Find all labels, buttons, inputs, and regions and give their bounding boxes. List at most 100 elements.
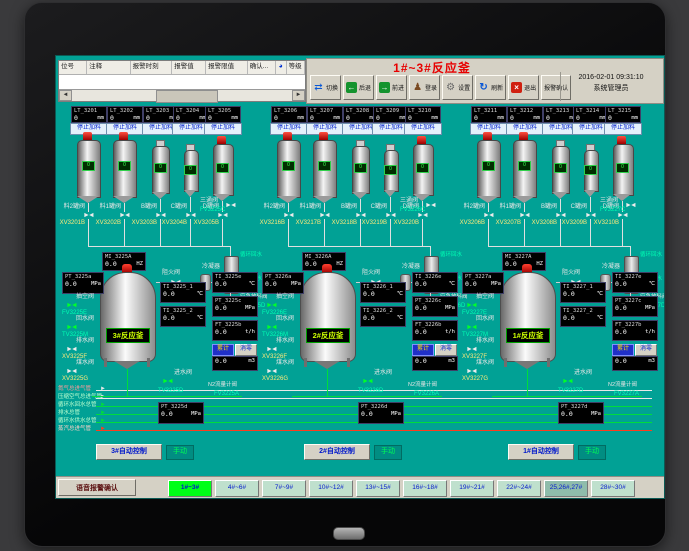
auto-control-button[interactable]: 1#自动控制	[508, 444, 574, 460]
side-valve-name: 回水阀	[276, 316, 306, 323]
toolbar-button-label: 切换	[326, 83, 338, 92]
totalizer-readout: 0.0m3	[612, 356, 658, 371]
tank-cap-icon	[483, 132, 492, 140]
auto-control-button[interactable]: 3#自动控制	[96, 444, 162, 460]
side-valve-tag: XV3225G	[62, 376, 96, 383]
readout-unit: HZ	[136, 260, 143, 268]
readout-tag: TI_3225_2	[161, 307, 205, 314]
readout-unit: MPa	[491, 280, 501, 288]
feed-valve-tag: XV3218B	[327, 220, 357, 227]
readout-tag: LT_3206	[272, 107, 306, 114]
reactor-group-tab[interactable]: 25,26#,27#	[544, 480, 588, 497]
reactor-group-tab[interactable]: 10#~12#	[309, 480, 353, 497]
scroll-thumb[interactable]	[156, 90, 218, 103]
reactor-group-tab[interactable]: 7#~9#	[262, 480, 306, 497]
feed-valve-icon[interactable]: ►◄	[119, 212, 129, 219]
reactor-group-tab[interactable]: 13#~15#	[356, 480, 400, 497]
feed-valve-name: C罐阀	[357, 204, 387, 211]
side-valve-icon[interactable]: ►◄	[466, 346, 476, 353]
three-way-valve-icon[interactable]: ►◄	[425, 202, 435, 209]
refresh-button[interactable]: ↻刷新	[475, 75, 506, 100]
readout-tag: MI_3227A	[503, 253, 545, 260]
totalizer-accum-button[interactable]: 累计	[412, 344, 434, 356]
login-button[interactable]: ♟登录	[409, 75, 440, 100]
alarm-column-header[interactable]: 位号	[59, 61, 87, 74]
reactor-group-tab[interactable]: 4#~6#	[215, 480, 259, 497]
readout-value: 0.0	[305, 260, 317, 268]
alarm-column-header[interactable]: 等级	[287, 61, 305, 74]
inlet-valve-icon[interactable]: ►◄	[362, 378, 372, 385]
voice-alarm-ack-button[interactable]: 语音报警确认	[58, 479, 136, 496]
scroll-right-arrow-icon[interactable]: ►	[292, 90, 305, 101]
feed-valve-icon[interactable]: ►◄	[283, 212, 293, 219]
feed-valve-icon[interactable]: ►◄	[185, 212, 195, 219]
feed-valve-icon[interactable]: ►◄	[83, 212, 93, 219]
alarm-column-header[interactable]: 确认...	[248, 61, 276, 74]
totalizer-clear-button[interactable]: 消零	[235, 344, 257, 356]
feed-valve-icon[interactable]: ►◄	[585, 212, 595, 219]
totalizer-accum-button[interactable]: 累计	[212, 344, 234, 356]
feed-valve-icon[interactable]: ►◄	[155, 212, 165, 219]
forward-button[interactable]: →前进	[376, 75, 407, 100]
reactor-group-tab[interactable]: 16#~18#	[403, 480, 447, 497]
side-valve-icon[interactable]: ►◄	[266, 302, 276, 309]
reactor-section-2: LT_32060mm停止加料0料2罐阀►◄XV3216BLT_32070mm停止…	[262, 106, 458, 450]
inlet-valve-icon[interactable]: ►◄	[162, 378, 172, 385]
alarm-column-header[interactable]: 报警值	[172, 61, 206, 74]
reactor-leg	[147, 358, 150, 367]
three-way-valve-icon[interactable]: ►◄	[225, 202, 235, 209]
scroll-left-arrow-icon[interactable]: ◄	[59, 90, 72, 101]
inlet-valve-icon[interactable]: ►◄	[562, 378, 572, 385]
tank-level-indicator: 0	[354, 163, 367, 173]
alarm-scrollbar[interactable]: ◄ ►	[59, 89, 305, 101]
three-way-valve-icon[interactable]: ►◄	[625, 202, 635, 209]
monitor-power-button[interactable]	[333, 527, 365, 540]
alarm-column-header[interactable]: 报警限值	[206, 61, 248, 74]
tank-level-readout: LT_32060mm	[271, 106, 307, 123]
control-mode-label: 手动	[166, 445, 194, 460]
feed-valve-tag: XV3204B	[157, 220, 187, 227]
totalizer-accum-button[interactable]: 累计	[612, 344, 634, 356]
readout-value: 0.0	[415, 357, 427, 365]
side-valve-icon[interactable]: ►◄	[66, 302, 76, 309]
scroll-track[interactable]	[72, 90, 292, 101]
side-valve-icon[interactable]: ►◄	[266, 324, 276, 331]
side-valve-icon[interactable]: ►◄	[66, 324, 76, 331]
pipe-line	[288, 219, 289, 246]
settings-button[interactable]: ⚙设置	[442, 75, 473, 100]
side-valve-icon[interactable]: ►◄	[466, 368, 476, 375]
auto-control-button[interactable]: 2#自动控制	[304, 444, 370, 460]
pipe-line	[524, 219, 525, 246]
tank-level-indicator: 0	[616, 163, 629, 173]
side-valve-icon[interactable]: ►◄	[266, 368, 276, 375]
side-valve-icon[interactable]: ►◄	[66, 346, 76, 353]
side-valve-icon[interactable]: ►◄	[466, 324, 476, 331]
reactor-cone	[514, 361, 540, 369]
feed-valve-icon[interactable]: ►◄	[319, 212, 329, 219]
alarm-column-header[interactable]: 注释	[87, 61, 131, 74]
feed-valve-icon[interactable]: ►◄	[555, 212, 565, 219]
reactor-group-tab[interactable]: 1#~3#	[168, 480, 212, 497]
feed-valve-icon[interactable]: ►◄	[355, 212, 365, 219]
tank-level-readout: LT_32040mm	[173, 106, 209, 123]
switch-view-button[interactable]: ⇄切换	[310, 75, 341, 100]
back-button[interactable]: ←后退	[343, 75, 374, 100]
refresh-icon: ↻	[478, 82, 489, 93]
current-user: 系统管理员	[561, 84, 661, 94]
alarm-column-header[interactable]: 报警时刻	[131, 61, 173, 74]
feed-valve-icon[interactable]: ►◄	[519, 212, 529, 219]
feed-valve-icon[interactable]: ►◄	[385, 212, 395, 219]
totalizer-clear-button[interactable]: 消零	[435, 344, 457, 356]
reactor-group-tab[interactable]: 19#~21#	[450, 480, 494, 497]
feed-valve-icon[interactable]: ►◄	[483, 212, 493, 219]
side-valve-name: 回水阀	[76, 316, 106, 323]
side-valve-icon[interactable]: ►◄	[66, 368, 76, 375]
reactor-group-tab[interactable]: 28#~30#	[591, 480, 635, 497]
side-valve-icon[interactable]: ►◄	[266, 346, 276, 353]
totalizer-clear-button[interactable]: 消零	[635, 344, 657, 356]
process-canvas: 氮气总进气管►压缩空气总进气管►循环水回水总管►排水总管►循环水供水总管►蒸汽总…	[56, 104, 664, 476]
reactor-group-tab[interactable]: 22#~24#	[497, 480, 541, 497]
exit-button[interactable]: ×退出	[508, 75, 539, 100]
readout-value: 0	[376, 114, 380, 122]
side-valve-icon[interactable]: ►◄	[466, 302, 476, 309]
